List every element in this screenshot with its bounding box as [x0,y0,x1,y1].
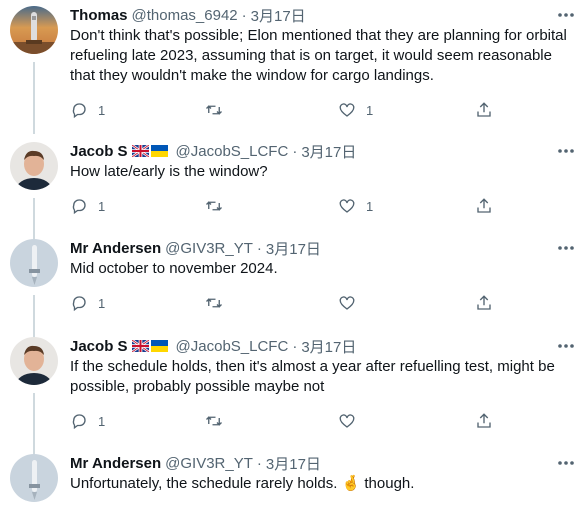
uk-flag-icon [131,340,149,352]
like-button[interactable] [338,293,366,313]
like-button[interactable]: 1 [338,196,373,216]
action-bar: 1 [70,293,500,313]
share-button[interactable] [475,411,493,431]
reply-button[interactable]: 1 [70,100,105,120]
ukraine-flag-icon [150,145,168,157]
retweet-button[interactable] [205,100,223,120]
like-button[interactable]: 1 [338,100,373,120]
tweet-andersen-1[interactable]: Mr Andersen @GIV3R_YT · 3月17日 Mid octobe… [0,237,588,339]
display-name[interactable]: Jacob S [70,143,128,160]
display-name[interactable]: Mr Andersen [70,240,161,257]
handle[interactable]: @JacobS_LCFC [176,143,289,160]
retweet-icon [206,105,222,115]
timestamp[interactable]: 3月17日 [301,336,356,357]
share-icon [477,295,491,310]
retweet-button[interactable] [205,411,223,431]
handle[interactable]: @GIV3R_YT [165,240,253,257]
tweet-thomas[interactable]: Thomas @thomas_6942 · 3月17日 Don't think … [0,4,588,134]
share-button[interactable] [475,196,493,216]
tweet-header: Mr Andersen @GIV3R_YT · 3月17日 [70,452,321,474]
tweet-jacob-2[interactable]: Jacob S @JacobS_LCFC · 3月17日 If the sche… [0,335,588,455]
handle[interactable]: @thomas_6942 [132,7,238,24]
thread-line [33,295,35,339]
heart-icon [339,103,355,117]
separator: · [256,239,262,257]
avatar-andersen[interactable] [10,454,58,502]
tweet-text: Mid october to november 2024. [70,260,278,277]
handle[interactable]: @JacobS_LCFC [176,338,289,355]
display-name[interactable]: Jacob S [70,338,128,355]
tweet-text: How late/early is the window? [70,163,268,180]
heart-icon [339,199,355,213]
tweet-andersen-2[interactable]: Mr Andersen @GIV3R_YT · 3月17日 Unfortunat… [0,452,588,507]
separator: · [241,6,247,24]
handle[interactable]: @GIV3R_YT [165,455,253,472]
tweet-header: Thomas @thomas_6942 · 3月17日 [70,4,306,26]
retweet-button[interactable] [205,293,223,313]
display-name[interactable]: Thomas [70,7,128,24]
action-bar: 1 [70,411,500,431]
heart-icon [339,414,355,428]
reply-count: 1 [98,413,106,429]
thread-line [33,198,35,242]
share-icon [477,102,491,117]
more-icon[interactable] [556,454,576,472]
tweet-header: Jacob S @JacobS_LCFC · 3月17日 [70,335,356,357]
share-button[interactable] [475,293,493,313]
heart-icon [339,296,355,310]
timestamp[interactable]: 3月17日 [266,453,321,474]
timestamp[interactable]: 3月17日 [301,141,356,162]
retweet-button[interactable] [205,196,223,216]
more-icon[interactable] [556,6,576,24]
share-button[interactable] [475,100,493,120]
avatar-jacob[interactable] [10,142,58,190]
timestamp[interactable]: 3月17日 [251,5,306,26]
thread-line [33,393,35,455]
separator: · [256,454,262,472]
reply-button[interactable]: 1 [70,411,105,431]
action-bar: 1 1 [70,100,500,120]
like-button[interactable] [338,411,366,431]
retweet-icon [206,201,222,211]
tweet-header: Jacob S @JacobS_LCFC · 3月17日 [70,140,356,162]
tweet-text: Don't think that's possible; Elon mentio… [70,27,567,84]
tweet-jacob-1[interactable]: Jacob S @JacobS_LCFC · 3月17日 How late/ea… [0,140,588,242]
display-name[interactable]: Mr Andersen [70,455,161,472]
more-icon[interactable] [556,142,576,160]
separator: · [292,337,298,355]
reply-icon [72,296,86,312]
reply-button[interactable]: 1 [70,293,105,313]
reply-button[interactable]: 1 [70,196,105,216]
retweet-icon [206,298,222,308]
retweet-icon [206,416,222,426]
like-count: 1 [366,102,374,118]
reply-icon [72,199,86,215]
ukraine-flag-icon [150,340,168,352]
reply-icon [72,103,86,119]
action-bar: 1 1 [70,196,500,216]
tweet-header: Mr Andersen @GIV3R_YT · 3月17日 [70,237,321,259]
more-icon[interactable] [556,239,576,257]
thread-line [33,62,35,134]
more-icon[interactable] [556,337,576,355]
avatar-jacob[interactable] [10,337,58,385]
reply-count: 1 [98,102,106,118]
reply-count: 1 [98,198,106,214]
timestamp[interactable]: 3月17日 [266,238,321,259]
uk-flag-icon [131,145,149,157]
avatar-andersen[interactable] [10,239,58,287]
avatar-thomas[interactable] [10,6,58,54]
share-icon [477,198,491,213]
tweet-text: Unfortunately, the schedule rarely holds… [70,475,415,492]
like-count: 1 [366,198,374,214]
reply-count: 1 [98,295,106,311]
separator: · [292,142,298,160]
reply-icon [72,414,86,430]
tweet-text: If the schedule holds, then it's almost … [70,358,555,395]
share-icon [477,413,491,428]
